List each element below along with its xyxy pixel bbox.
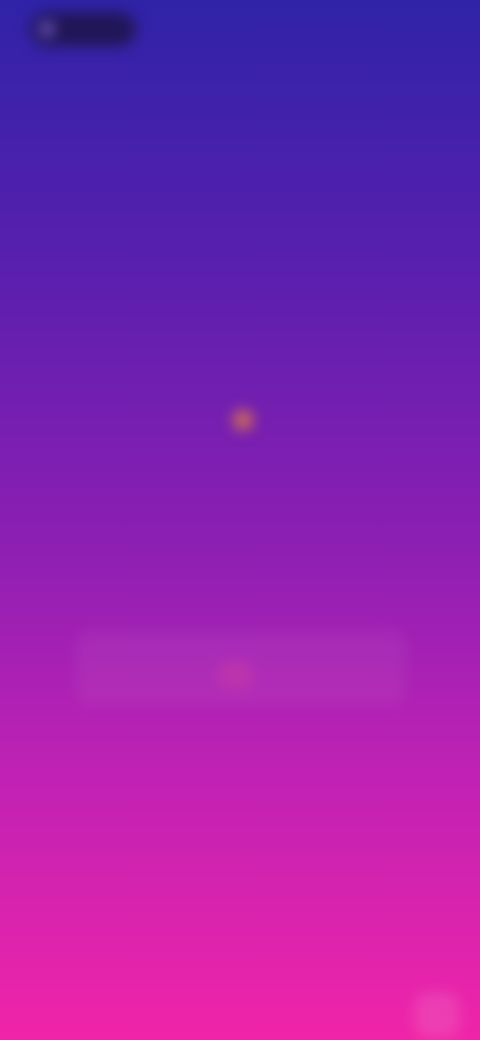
hero-section bbox=[30, 400, 450, 434]
chat-bubble-icon[interactable] bbox=[414, 992, 460, 1038]
screen bbox=[0, 0, 480, 1040]
blurred-content bbox=[0, 0, 480, 1040]
brand-logo-icon bbox=[40, 22, 54, 36]
hero-title-line-2 bbox=[30, 404, 450, 434]
brand-logo[interactable] bbox=[30, 12, 136, 46]
submit-icon[interactable] bbox=[218, 662, 252, 688]
emoji-icon bbox=[233, 410, 253, 431]
